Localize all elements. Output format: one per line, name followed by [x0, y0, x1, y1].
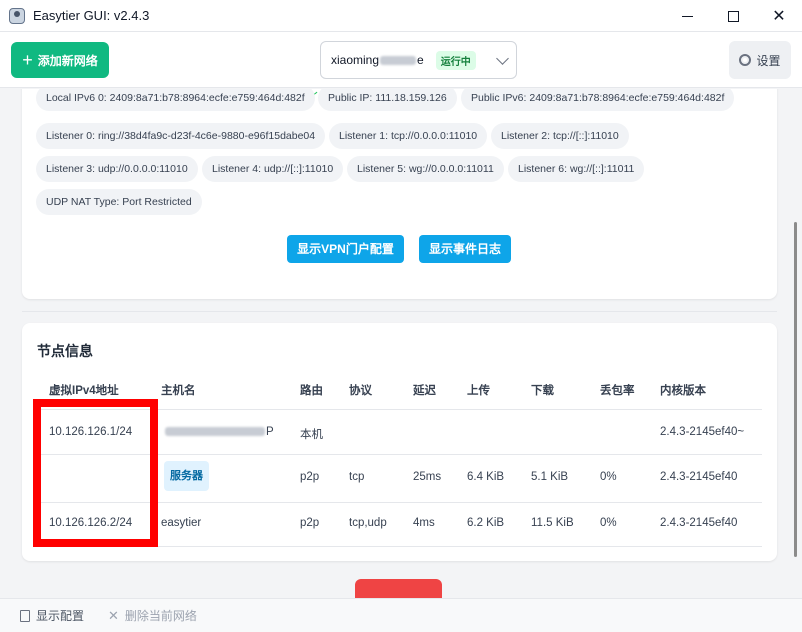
cell-host: P [164, 426, 274, 438]
info-chip: Listener 0: ring://38d4fa9c-d23f-4c6e-98… [36, 123, 326, 149]
column-header[interactable]: 主机名 [161, 382, 196, 398]
cell-ip: 10.126.126.2/24 [49, 517, 133, 529]
column-header[interactable]: 协议 [349, 382, 372, 398]
info-chip: Listener 5: wg://0.0.0.0:11011 [347, 156, 504, 182]
info-chip: Public IP: 111.18.159.126 [318, 89, 457, 111]
cell-upload: 6.2 KiB [467, 517, 505, 529]
gear-icon [739, 54, 752, 66]
bottom-bar: 显示配置 ✕ 删除当前网络 [0, 598, 802, 632]
divider [22, 311, 777, 312]
info-chip: Listener 4: udp://[::]:11010 [202, 156, 344, 182]
cell-ip: 10.126.126.1/24 [49, 426, 133, 438]
cell-latency: 25ms [413, 471, 442, 483]
cell-proto: tcp,udp [349, 517, 387, 529]
app-icon [9, 7, 25, 24]
info-chip: Listener 6: wg://[::]:11011 [508, 156, 645, 182]
node-info-card: Local IPv6 0: 2409:8a71:b78:8964:ecfe:e7… [22, 89, 777, 299]
chevron-down-icon [496, 52, 509, 65]
info-chip: UDP NAT Type: Port Restricted [36, 189, 202, 215]
cell-upload: 6.4 KiB [467, 471, 505, 483]
settings-label: 设置 [756, 53, 781, 68]
column-header[interactable]: 路由 [300, 382, 323, 398]
cell-route: p2p [300, 517, 320, 529]
column-header[interactable]: 延迟 [413, 382, 436, 398]
title-bar: Easytier GUI: v2.4.3 ✕ [0, 0, 802, 32]
network-name: xiaoming e [331, 53, 424, 67]
info-chip: Listener 2: tcp://[::]:11010 [491, 123, 629, 149]
column-header[interactable]: 虚拟IPv4地址 [49, 382, 119, 398]
cell-download: 5.1 KiB [531, 471, 569, 483]
column-header[interactable]: 内核版本 [660, 382, 706, 398]
network-name-prefix: xiaoming [331, 53, 380, 67]
peer-info-card: 节点信息 虚拟IPv4地址 主机名 路由 协议 延迟 上传 下载 丢包率 内核版… [22, 323, 777, 561]
close-icon: ✕ [108, 607, 119, 623]
info-chip: Local IPv6 0: 2409:8a71:b78:8964:ecfe:e7… [36, 89, 315, 111]
cell-loss: 0% [600, 517, 617, 529]
cell-version: 2.4.3-2145ef40 [660, 517, 738, 529]
settings-button[interactable]: 设置 [729, 41, 791, 79]
cell-host-suffix: P [266, 426, 274, 438]
cell-latency: 4ms [413, 517, 435, 529]
row-divider [36, 454, 762, 455]
file-icon [20, 609, 30, 622]
network-select[interactable]: xiaoming e 运行中 [320, 41, 517, 79]
minimize-button[interactable] [664, 0, 710, 32]
info-chip: Listener 1: tcp://0.0.0.0:11010 [329, 123, 488, 149]
cell-version: 2.4.3-2145ef40 [660, 471, 738, 483]
delete-network-button[interactable]: ✕ 删除当前网络 [108, 607, 197, 624]
cell-version: 2.4.3-2145ef40~ [660, 426, 745, 438]
column-header[interactable]: 下载 [531, 382, 554, 398]
section-title: 节点信息 [37, 343, 93, 359]
column-header[interactable]: 丢包率 [600, 382, 635, 398]
show-config-button[interactable]: 显示配置 [20, 607, 84, 624]
maximize-icon [727, 10, 739, 22]
toolbar: + 添加新网络 xiaoming e 运行中 设置 [0, 32, 802, 88]
show-event-log-button[interactable]: 显示事件日志 [419, 235, 511, 263]
row-divider [36, 409, 762, 410]
show-vpn-portal-button[interactable]: 显示VPN门户配置 [287, 235, 404, 263]
danger-button[interactable] [355, 579, 442, 598]
window-controls: ✕ [664, 0, 802, 32]
cell-route: p2p [300, 471, 320, 483]
main-content: Local IPv6 0: 2409:8a71:b78:8964:ecfe:e7… [0, 89, 802, 598]
blurred-text [165, 427, 265, 437]
minimize-icon [681, 15, 693, 17]
blurred-text [380, 56, 417, 66]
maximize-button[interactable] [710, 0, 756, 32]
plus-icon: + [22, 50, 33, 70]
network-name-suffix: e [417, 53, 424, 67]
info-chip: Listener 3: udp://0.0.0.0:11010 [36, 156, 198, 182]
cell-download: 11.5 KiB [531, 517, 574, 529]
column-header[interactable]: 上传 [467, 382, 490, 398]
status-badge: 运行中 [435, 50, 476, 70]
close-icon: ✕ [772, 8, 786, 25]
add-network-button[interactable]: + 添加新网络 [11, 42, 109, 78]
cell-proto: tcp [349, 471, 365, 483]
row-divider [36, 502, 762, 503]
delete-network-label: 删除当前网络 [124, 609, 197, 623]
cell-route: 本机 [300, 429, 323, 441]
add-network-label: 添加新网络 [37, 53, 98, 68]
page-scrollbar[interactable] [794, 222, 797, 557]
close-button[interactable]: ✕ [756, 0, 802, 32]
cell-host: easytier [161, 517, 202, 529]
host-tag: 服务器 [164, 461, 209, 491]
show-config-label: 显示配置 [36, 609, 85, 623]
window-title: Easytier GUI: v2.4.3 [33, 8, 150, 23]
info-chip: Public IPv6: 2409:8a71:b78:8964:ecfe:e75… [461, 89, 735, 111]
row-divider [36, 546, 762, 547]
cell-loss: 0% [600, 471, 617, 483]
